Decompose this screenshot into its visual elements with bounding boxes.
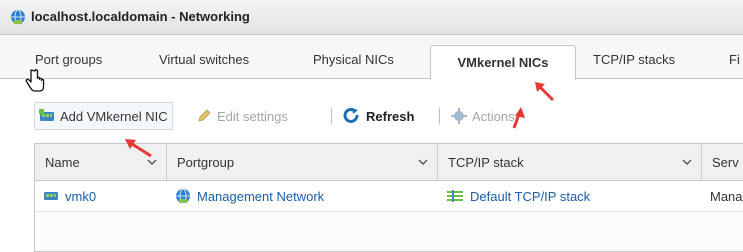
network-stack-icon	[447, 190, 463, 202]
gear-icon	[451, 108, 467, 124]
vmk-name-link[interactable]: vmk0	[65, 189, 96, 204]
add-vmkernel-nic-button[interactable]: Add VMkernel NIC	[34, 102, 173, 130]
tab-virtual-switches[interactable]: Virtual switches	[159, 52, 249, 67]
pencil-icon	[198, 109, 211, 122]
tab-firewall-rules[interactable]: Fi	[729, 52, 740, 67]
column-header-label: Portgroup	[177, 154, 235, 170]
column-header-label: TCP/IP stack	[448, 154, 524, 170]
tab-physical-nics[interactable]: Physical NICs	[313, 52, 394, 67]
tcpip-stack-link[interactable]: Default TCP/IP stack	[470, 189, 590, 204]
tab-vmkernel-nics[interactable]: VMkernel NICs	[430, 45, 576, 80]
window-titlebar: localhost.localdomain - Networking	[0, 0, 743, 35]
globe-icon	[11, 9, 25, 25]
table-row[interactable]: vmk0 Management Network Default TCP/IP s…	[35, 181, 743, 212]
column-header-portgroup[interactable]: Portgroup	[167, 144, 438, 180]
services-value: Mana	[710, 188, 743, 204]
portgroup-link[interactable]: Management Network	[197, 189, 324, 204]
sort-chevron-icon[interactable]	[418, 158, 428, 166]
sort-chevron-icon[interactable]	[682, 158, 692, 166]
refresh-label: Refresh	[366, 108, 415, 124]
globe-icon	[176, 188, 190, 204]
cell-portgroup[interactable]: Management Network	[167, 181, 438, 211]
annotation-arrow	[125, 139, 152, 158]
cell-tcpip-stack[interactable]: Default TCP/IP stack	[438, 181, 702, 211]
column-header-label: Serv	[712, 154, 739, 170]
add-vmkernel-nic-label: Add VMkernel NIC	[60, 108, 168, 124]
column-header-label: Name	[45, 154, 80, 170]
edit-settings-label: Edit settings	[217, 108, 288, 124]
edit-settings-button[interactable]: Edit settings	[196, 102, 288, 130]
tab-bar: Port groups Virtual switches Physical NI…	[0, 35, 743, 80]
refresh-button[interactable]: Refresh	[343, 102, 414, 130]
nic-icon	[39, 109, 54, 121]
tab-tcpip-stacks[interactable]: TCP/IP stacks	[593, 52, 675, 67]
cell-services: Mana	[702, 181, 743, 211]
nic-icon	[44, 192, 58, 200]
tab-port-groups[interactable]: Port groups	[35, 52, 102, 67]
column-header-tcpip-stack[interactable]: TCP/IP stack	[438, 144, 702, 180]
annotation-arrow	[512, 107, 525, 129]
toolbar-divider	[331, 108, 332, 124]
toolbar-divider	[439, 108, 440, 124]
refresh-icon	[343, 108, 359, 123]
hand-pointer-icon	[25, 69, 45, 92]
window-title: localhost.localdomain - Networking	[31, 9, 250, 24]
column-header-services[interactable]: Serv	[702, 144, 743, 180]
toolbar: Add VMkernel NIC Edit settings Refresh A…	[34, 102, 743, 130]
annotation-arrow	[535, 82, 555, 102]
cell-name[interactable]: vmk0	[35, 181, 167, 211]
